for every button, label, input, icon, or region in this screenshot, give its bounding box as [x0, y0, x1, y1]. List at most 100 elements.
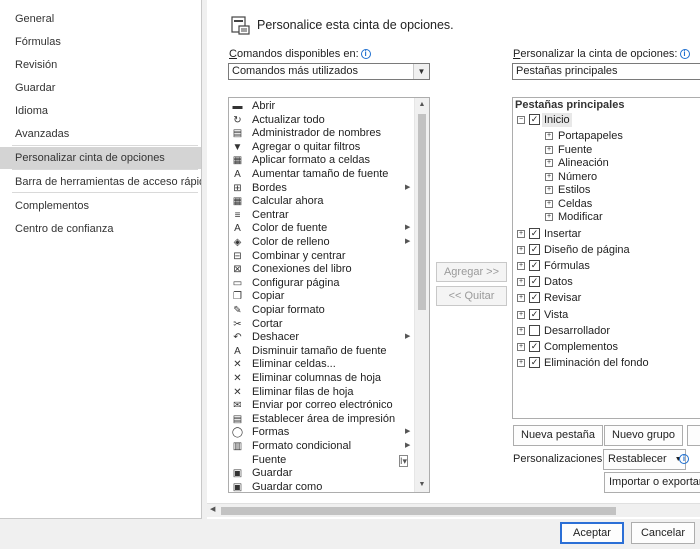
expand-icon[interactable]: +: [517, 229, 525, 238]
collapse-icon[interactable]: −: [517, 116, 525, 124]
sidebar-item[interactable]: Fórmulas: [0, 31, 201, 53]
command-item[interactable]: ▤ Administrador de nombres: [229, 127, 415, 141]
ribbon-tab-item[interactable]: + ✓ Datos: [513, 275, 700, 289]
command-item[interactable]: ⊠ Conexiones del libro: [229, 263, 415, 277]
command-item[interactable]: ↻ Actualizar todo: [229, 114, 415, 128]
sidebar-item[interactable]: Personalizar cinta de opciones: [0, 147, 201, 169]
scroll-down-icon[interactable]: ▼: [415, 478, 429, 492]
ok-button[interactable]: Aceptar: [560, 522, 624, 544]
tab-checkbox[interactable]: ✓: [529, 114, 540, 125]
tab-checkbox[interactable]: ✓: [529, 340, 540, 352]
command-item[interactable]: A Aumentar tamaño de fuente: [229, 168, 415, 182]
ribbon-tab-item[interactable]: − ✓ Inicio: [513, 113, 700, 127]
ribbon-tab-item[interactable]: + ✓ Revisar: [513, 291, 700, 305]
expand-icon[interactable]: +: [545, 145, 553, 154]
command-item[interactable]: ▬ Abrir: [229, 100, 415, 114]
expand-icon[interactable]: +: [517, 294, 525, 303]
ribbon-tabs-select[interactable]: Pestañas principales: [512, 63, 700, 80]
info-icon[interactable]: i: [679, 454, 689, 464]
tab-checkbox[interactable]: ✓: [529, 227, 540, 239]
command-item[interactable]: ❐ Copiar: [229, 290, 415, 304]
command-item[interactable]: ✉ Enviar por correo electrónico: [229, 399, 415, 413]
command-item[interactable]: ▭ Configurar página: [229, 277, 415, 291]
expand-icon[interactable]: +: [517, 310, 525, 319]
command-item[interactable]: ⊟ Combinar y centrar: [229, 250, 415, 264]
command-item[interactable]: A Disminuir tamaño de fuente: [229, 345, 415, 359]
command-item[interactable]: ✕ Eliminar columnas de hoja: [229, 372, 415, 386]
ribbon-tab-item[interactable]: + ✓ Eliminación del fondo: [513, 356, 700, 370]
tab-checkbox[interactable]: ✓: [529, 243, 540, 255]
import-export-button[interactable]: Importar o exportar: [604, 472, 700, 493]
expand-icon[interactable]: +: [545, 186, 553, 194]
ribbon-tab-item[interactable]: + Desarrollador: [513, 324, 700, 338]
tab-checkbox[interactable]: [529, 324, 540, 336]
ribbon-group-item[interactable]: + Portapapeles: [513, 129, 700, 143]
sidebar-item[interactable]: Guardar: [0, 77, 201, 99]
tab-checkbox[interactable]: ✓: [529, 276, 540, 288]
command-item[interactable]: ↶ Deshacer ▶: [229, 331, 415, 345]
command-item[interactable]: ▦ Aplicar formato a celdas: [229, 154, 415, 168]
tab-checkbox[interactable]: ✓: [529, 259, 540, 271]
sidebar-item[interactable]: Centro de confianza: [0, 218, 201, 240]
ribbon-tab-item[interactable]: + ✓ Complementos: [513, 340, 700, 354]
command-item[interactable]: ◯ Formas ▶: [229, 426, 415, 440]
command-item[interactable]: A Color de fuente ▶: [229, 222, 415, 236]
command-item[interactable]: ✎ Copiar formato: [229, 304, 415, 318]
info-icon[interactable]: i: [360, 49, 371, 59]
sidebar-item[interactable]: Complementos: [0, 195, 201, 217]
sidebar-item[interactable]: Revisión: [0, 54, 201, 76]
ribbon-group-item[interactable]: + Celdas: [513, 197, 700, 211]
command-item[interactable]: ▣ Guardar: [229, 467, 415, 481]
expand-icon[interactable]: +: [545, 172, 553, 181]
add-button[interactable]: Agregar >>: [436, 262, 507, 282]
ribbon-group-item[interactable]: + Alineación: [513, 156, 700, 170]
sidebar-item[interactable]: Barra de herramientas de acceso rápido: [0, 171, 201, 193]
sidebar-item[interactable]: Idioma: [0, 100, 201, 122]
command-item[interactable]: ⊞ Bordes ▶: [229, 182, 415, 196]
expand-icon[interactable]: +: [517, 261, 525, 270]
expand-icon[interactable]: +: [517, 359, 525, 368]
ribbon-tabs-tree[interactable]: Pestañas principales − ✓ Inicio + Portapapel…: [512, 97, 700, 419]
command-item[interactable]: ▣ Guardar como: [229, 481, 415, 492]
cancel-button[interactable]: Cancelar: [631, 522, 695, 544]
ribbon-tab-item[interactable]: + ✓ Diseño de página: [513, 243, 700, 257]
expand-icon[interactable]: +: [517, 245, 525, 254]
expand-icon[interactable]: +: [545, 159, 553, 167]
chevron-down-icon[interactable]: ▼: [413, 64, 429, 79]
ribbon-group-item[interactable]: + Modificar: [513, 210, 700, 224]
new-tab-button[interactable]: Nueva pestaña: [513, 425, 603, 446]
scroll-thumb[interactable]: [221, 507, 616, 515]
scroll-up-icon[interactable]: ▲: [415, 98, 429, 112]
remove-button[interactable]: << Quitar: [436, 286, 507, 306]
ribbon-group-item[interactable]: + Estilos: [513, 183, 700, 197]
expand-icon[interactable]: +: [545, 213, 553, 221]
ribbon-tab-item[interactable]: + ✓ Fórmulas: [513, 259, 700, 273]
expand-icon[interactable]: +: [517, 342, 525, 351]
rename-button[interactable]: [687, 425, 700, 446]
command-item[interactable]: ▦ Calcular ahora: [229, 195, 415, 209]
command-item[interactable]: ▥ Formato condicional ▶: [229, 440, 415, 454]
commands-from-select[interactable]: Comandos más utilizados ▼: [228, 63, 430, 80]
scroll-thumb[interactable]: [418, 114, 426, 310]
expand-icon[interactable]: +: [517, 278, 525, 287]
command-item[interactable]: ✂ Cortar: [229, 318, 415, 332]
ribbon-tab-item[interactable]: + ✓ Vista: [513, 308, 700, 322]
available-commands-list[interactable]: ▲ ▼ ▬ Abrir ↻ Actualizar todo ▤ Administrador…: [228, 97, 430, 493]
expand-icon[interactable]: +: [545, 199, 553, 208]
command-item[interactable]: ≡ Centrar: [229, 209, 415, 223]
expand-icon[interactable]: +: [545, 132, 553, 140]
expand-icon[interactable]: +: [517, 326, 525, 335]
sidebar-item[interactable]: Avanzadas: [0, 123, 201, 145]
scroll-left-icon[interactable]: ◀: [210, 505, 215, 513]
command-item[interactable]: Fuente I▾: [229, 454, 415, 468]
horizontal-scrollbar[interactable]: ◀: [207, 503, 700, 517]
command-item[interactable]: ▤ Establecer área de impresión: [229, 413, 415, 427]
ribbon-tab-item[interactable]: + ✓ Insertar: [513, 227, 700, 241]
commands-scrollbar[interactable]: ▲ ▼: [414, 98, 429, 492]
ribbon-group-item[interactable]: + Fuente: [513, 143, 700, 157]
sidebar-item[interactable]: General: [0, 8, 201, 30]
tab-checkbox[interactable]: ✓: [529, 308, 540, 320]
command-item[interactable]: ▼ Agregar o quitar filtros: [229, 141, 415, 155]
command-item[interactable]: ✕ Eliminar filas de hoja: [229, 386, 415, 400]
command-item[interactable]: ✕ Eliminar celdas...: [229, 358, 415, 372]
